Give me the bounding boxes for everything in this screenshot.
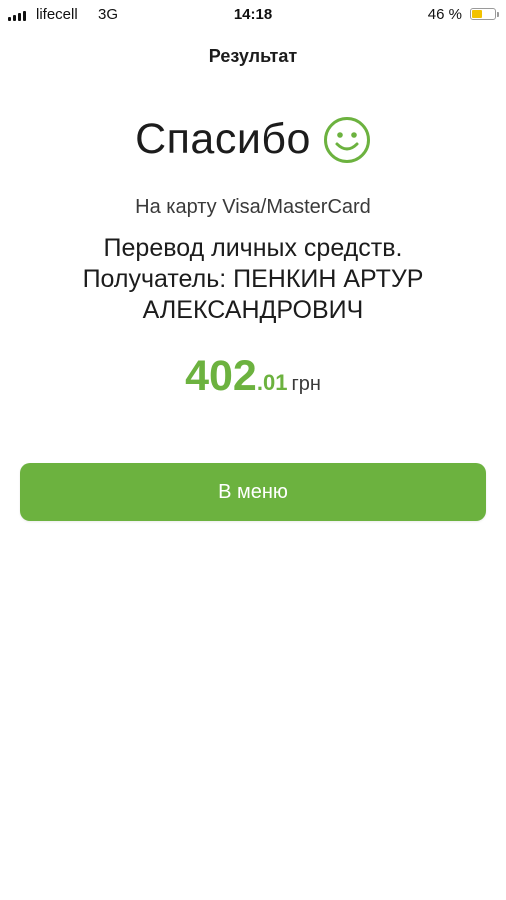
back-to-menu-button[interactable]: В меню <box>20 463 486 521</box>
amount-currency: грн <box>291 373 321 395</box>
smiley-icon <box>323 117 370 163</box>
amount-major: 402 <box>185 352 257 400</box>
purpose-line: Получатель: ПЕНКИН АРТУР <box>82 265 424 293</box>
amount-minor: .01 <box>256 370 288 395</box>
thanks-heading: Спасибо <box>0 114 506 164</box>
transfer-amount: 402.01 грн <box>0 352 506 401</box>
battery-level-fill <box>472 10 483 18</box>
status-bar: lifecell 3G 14:18 46 % <box>0 0 506 30</box>
battery-icon <box>470 8 499 20</box>
purpose-line: АЛЕКСАНДРОВИЧ <box>142 296 364 324</box>
card-type-text: На карту Visa/MasterCard <box>135 196 371 218</box>
purpose-line: Перевод личных средств. <box>103 234 403 262</box>
thanks-text: Спасибо <box>135 114 311 163</box>
battery-percent: 46 % <box>427 6 462 23</box>
page-title: Результат <box>208 46 298 66</box>
transfer-purpose: Перевод личных средств. Получатель: ПЕНК… <box>20 233 486 326</box>
payment-result-screen: lifecell 3G 14:18 46 % Результат Спасибо… <box>0 0 506 900</box>
